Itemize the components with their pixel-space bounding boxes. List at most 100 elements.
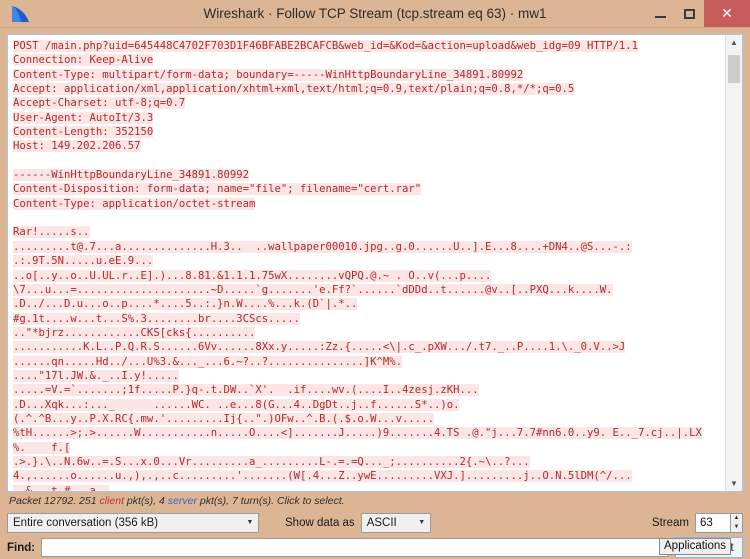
maximize-icon xyxy=(684,8,695,19)
conversation-select-value: Entire conversation (356 kB) xyxy=(13,517,159,529)
stream-line-text: ...."17l.JW.&._..I.y!..... xyxy=(13,369,179,382)
stream-line: Content-Type: application/octet-stream xyxy=(13,197,722,211)
find-input[interactable] xyxy=(41,538,668,557)
stream-line-text: (.^.^B...y..P.X.RC{.mw.'.........Ij{..".… xyxy=(13,412,434,425)
stream-line: .>.}.\..N.6w..=.S...x.0...Vr.........a_.… xyxy=(13,455,722,469)
stream-line: POST /main.php?uid=645448C4702F703D1F46B… xyxy=(13,39,722,53)
stream-line-text: .....=V.=`.......;1f.....P.}q-.t.DW..`X'… xyxy=(13,384,479,397)
scroll-up-arrow-icon[interactable]: ▲ xyxy=(726,35,742,50)
stream-line: Rar!.....s.. xyxy=(13,225,722,239)
stream-line: #g.1t....w...t...S%.3........br....3CScs… xyxy=(13,312,722,326)
stream-line-text: #g.1t....w...t...S%.3........br....3CScs… xyxy=(13,312,301,325)
stream-line: \7...u...=.....................~D.....`g… xyxy=(13,283,722,297)
stream-label: Stream xyxy=(651,517,689,529)
stream-line-text: Accept-Charset: utf-8;q=0.7 xyxy=(13,97,186,110)
stream-line-text: .D...Xqk...:..._ ......WC. ..e...8(G...4… xyxy=(13,398,460,411)
stream-number-input[interactable]: 63 xyxy=(695,513,731,533)
stream-line: (.^.^B...y..P.X.RC{.mw.'.........Ij{..".… xyxy=(13,412,722,426)
status-client-word: client xyxy=(99,495,125,507)
stream-line: Content-Type: multipart/form-data; bound… xyxy=(13,68,722,82)
show-data-as-value: ASCII xyxy=(366,517,397,529)
close-button[interactable]: ✕ xyxy=(704,0,750,27)
stream-line-text: ...........K.L..P.Q.R.S......6Vv......8X… xyxy=(13,341,626,354)
status-prefix: Packet 12792. 251 xyxy=(9,495,100,507)
find-row: Find: Find Next xyxy=(7,536,743,559)
chevron-down-icon: ▼ xyxy=(246,519,254,526)
stream-line: Accept-Charset: utf-8;q=0.7 xyxy=(13,96,722,110)
stream-line-text: Content-Type: multipart/form-data; bound… xyxy=(13,68,524,81)
stream-line: .:.9T.5N.....u.eE.9... xyxy=(13,254,722,268)
stream-line: ------WinHttpBoundaryLine_34891.80992 xyxy=(13,168,722,182)
stream-content-pane[interactable]: POST /main.php?uid=645448C4702F703D1F46B… xyxy=(7,34,743,492)
stream-line-text: Rar!.....s.. xyxy=(13,226,90,239)
scroll-down-arrow-icon[interactable]: ▼ xyxy=(726,476,742,491)
stream-line: .D../...D.u...o..p....*....5..:.}n.W....… xyxy=(13,297,722,311)
stream-line-text: %. f.[ xyxy=(13,441,71,454)
stream-line: ..&...t.#...a.. xyxy=(13,484,722,491)
stream-line-text: 4.,......o......u.,),.,..c.........'....… xyxy=(13,470,632,483)
stream-line: %tH......>;.>......W...........n.....O..… xyxy=(13,426,722,440)
stream-selector-group: Stream 63 ▲ ▼ xyxy=(652,513,743,533)
stream-line-text: POST /main.php?uid=645448C4702F703D1F46B… xyxy=(13,40,639,52)
stream-line-text: Connection: Keep-Alive xyxy=(13,54,154,67)
stream-line: .D...Xqk...:..._ ......WC. ..e...8(G...4… xyxy=(13,398,722,412)
stream-line-text: ......qn.....Hd../...U%3.&..._...6.~?..?… xyxy=(13,355,403,368)
stream-line: .....=V.=`.......;1f.....P.}q-.t.DW..`X'… xyxy=(13,383,722,397)
status-middle: pkt(s), 4 xyxy=(124,495,168,507)
window-titlebar: Wireshark · Follow TCP Stream (tcp.strea… xyxy=(0,0,750,28)
show-data-as-select[interactable]: ASCII ▼ xyxy=(360,513,431,533)
stream-line-text: .."*bjrz............CKS[cks{.......... xyxy=(13,326,256,339)
maximize-button[interactable] xyxy=(675,0,704,27)
stream-line-text: Content-Type: application/octet-stream xyxy=(13,197,256,210)
stream-line-text: %tH......>;.>......W...........n.....O..… xyxy=(13,427,702,440)
status-server-word: server xyxy=(167,495,197,507)
stream-line-text: ..o[..y..o..U.UL.r..E].)...8.81.&1.1.1.7… xyxy=(13,269,492,282)
stepper-up-icon[interactable]: ▲ xyxy=(731,514,742,523)
stream-line: %. f.[ xyxy=(13,441,722,455)
stream-line: Connection: Keep-Alive xyxy=(13,53,722,67)
controls-row: Entire conversation (356 kB) ▼ Show data… xyxy=(7,510,743,536)
stream-line-text: User-Agent: AutoIt/3.3 xyxy=(13,111,154,124)
stream-line: User-Agent: AutoIt/3.3 xyxy=(13,111,722,125)
follow-tcp-stream-window: Wireshark · Follow TCP Stream (tcp.strea… xyxy=(0,0,750,559)
stream-line-text: Content-Length: 352150 xyxy=(13,126,154,139)
stream-line: ..o[..y..o..U.UL.r..E].)...8.81.&1.1.1.7… xyxy=(13,269,722,283)
stream-line: ...."17l.JW.&._..I.y!..... xyxy=(13,369,722,383)
chevron-down-icon: ▼ xyxy=(418,519,426,526)
stream-line xyxy=(13,154,722,168)
conversation-select[interactable]: Entire conversation (356 kB) ▼ xyxy=(7,513,259,533)
stream-stepper[interactable]: ▲ ▼ xyxy=(731,513,743,533)
stream-line-text: .:.9T.5N.....u.eE.9... xyxy=(13,255,154,268)
show-data-as-label: Show data as xyxy=(285,517,355,529)
dialog-body: POST /main.php?uid=645448C4702F703D1F46B… xyxy=(0,28,750,559)
window-buttons: ✕ xyxy=(646,0,750,27)
stream-line-text: ------WinHttpBoundaryLine_34891.80992 xyxy=(13,169,249,182)
stream-line: 4.,......o......u.,),.,..c.........'....… xyxy=(13,469,722,483)
stream-line: Accept: application/xml,application/xhtm… xyxy=(13,82,722,96)
stepper-down-icon[interactable]: ▼ xyxy=(731,523,742,532)
stream-line-text: .>.}.\..N.6w..=.S...x.0...Vr.........a_.… xyxy=(13,455,530,468)
stream-line: Content-Length: 352150 xyxy=(13,125,722,139)
stream-line: .."*bjrz............CKS[cks{.......... xyxy=(13,326,722,340)
vertical-scrollbar[interactable]: ▲ ▼ xyxy=(725,35,742,491)
scrollbar-thumb[interactable] xyxy=(728,55,740,83)
stream-line-text: Content-Disposition: form-data; name="fi… xyxy=(13,183,422,196)
window-title: Wireshark · Follow TCP Stream (tcp.strea… xyxy=(203,6,547,21)
stream-line-text: .........t@.7...a..............H.3.. ..w… xyxy=(13,240,632,253)
find-label: Find: xyxy=(7,541,36,554)
stream-line-text: Host: 149.202.206.57 xyxy=(13,140,141,153)
status-suffix: pkt(s), 7 turn(s). Click to select. xyxy=(196,495,345,507)
stream-line: Host: 149.202.206.57 xyxy=(13,139,722,153)
stream-line-text: \7...u...=.....................~D.....`g… xyxy=(13,283,613,296)
stream-line: ......qn.....Hd../...U%3.&..._...6.~?..?… xyxy=(13,355,722,369)
stream-line: ...........K.L..P.Q.R.S......6Vv......8X… xyxy=(13,340,722,354)
stream-line: .........t@.7...a..............H.3.. ..w… xyxy=(13,240,722,254)
applications-taskbar-tooltip[interactable]: Applications xyxy=(659,538,732,555)
stream-line xyxy=(13,211,722,225)
stream-line: Content-Disposition: form-data; name="fi… xyxy=(13,182,722,196)
packet-status-line[interactable]: Packet 12792. 251 client pkt(s), 4 serve… xyxy=(7,492,743,510)
stream-line-text: .D../...D.u...o..p....*....5..:.}n.W....… xyxy=(13,298,358,311)
stream-text-area[interactable]: POST /main.php?uid=645448C4702F703D1F46B… xyxy=(8,35,725,491)
wireshark-fin-icon xyxy=(8,3,34,25)
minimize-button[interactable] xyxy=(646,0,675,27)
